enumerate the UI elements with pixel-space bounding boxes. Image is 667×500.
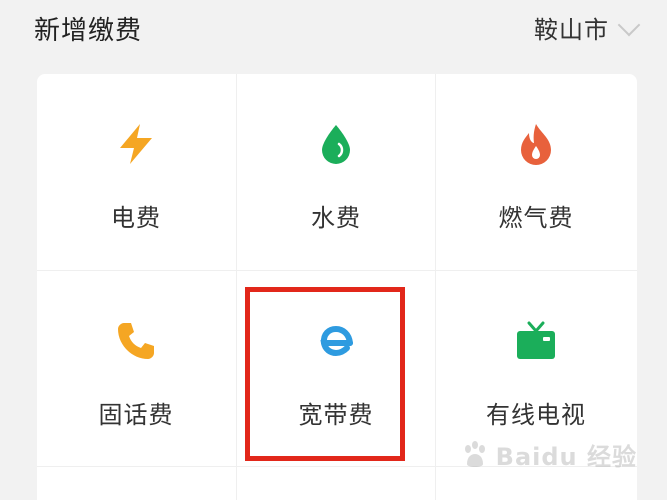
tile-label: 固话费 [98, 401, 174, 429]
tile-water[interactable]: 水费 [237, 74, 435, 270]
grid-divider [435, 74, 436, 500]
tile-broadband[interactable]: 宽带费 [237, 271, 435, 467]
tile-label: 燃气费 [498, 204, 574, 232]
watermark-text: Baidu 经验 [495, 443, 637, 471]
tile-label: 水费 [311, 204, 361, 232]
tile-electricity[interactable]: 电费 [37, 74, 235, 270]
lightning-icon [120, 124, 152, 164]
flame-icon [521, 124, 551, 165]
phone-icon [118, 323, 154, 359]
tile-label: 有线电视 [486, 401, 586, 429]
city-label: 鞍山市 [534, 16, 609, 44]
tv-icon [517, 321, 555, 359]
city-selector[interactable]: 鞍山市 [534, 10, 641, 45]
paw-logo-icon [464, 440, 485, 467]
tile-gas[interactable]: 燃气费 [437, 74, 635, 270]
page-header: 新增缴费 鞍山市 [0, 0, 667, 60]
chevron-down-icon [617, 13, 641, 36]
watermark: Baidu 经验 [460, 437, 637, 472]
tile-landline[interactable]: 固话费 [37, 271, 235, 467]
page-title: 新增缴费 [34, 16, 143, 46]
tile-label: 宽带费 [298, 401, 374, 429]
page: 新增缴费 鞍山市 电费 水费 燃气费 固话费 宽带费 有线电视 Baidu 经验 [0, 0, 667, 500]
broadband-e-icon [320, 325, 353, 357]
tile-label: 电费 [111, 204, 161, 232]
water-drop-icon [322, 125, 350, 164]
